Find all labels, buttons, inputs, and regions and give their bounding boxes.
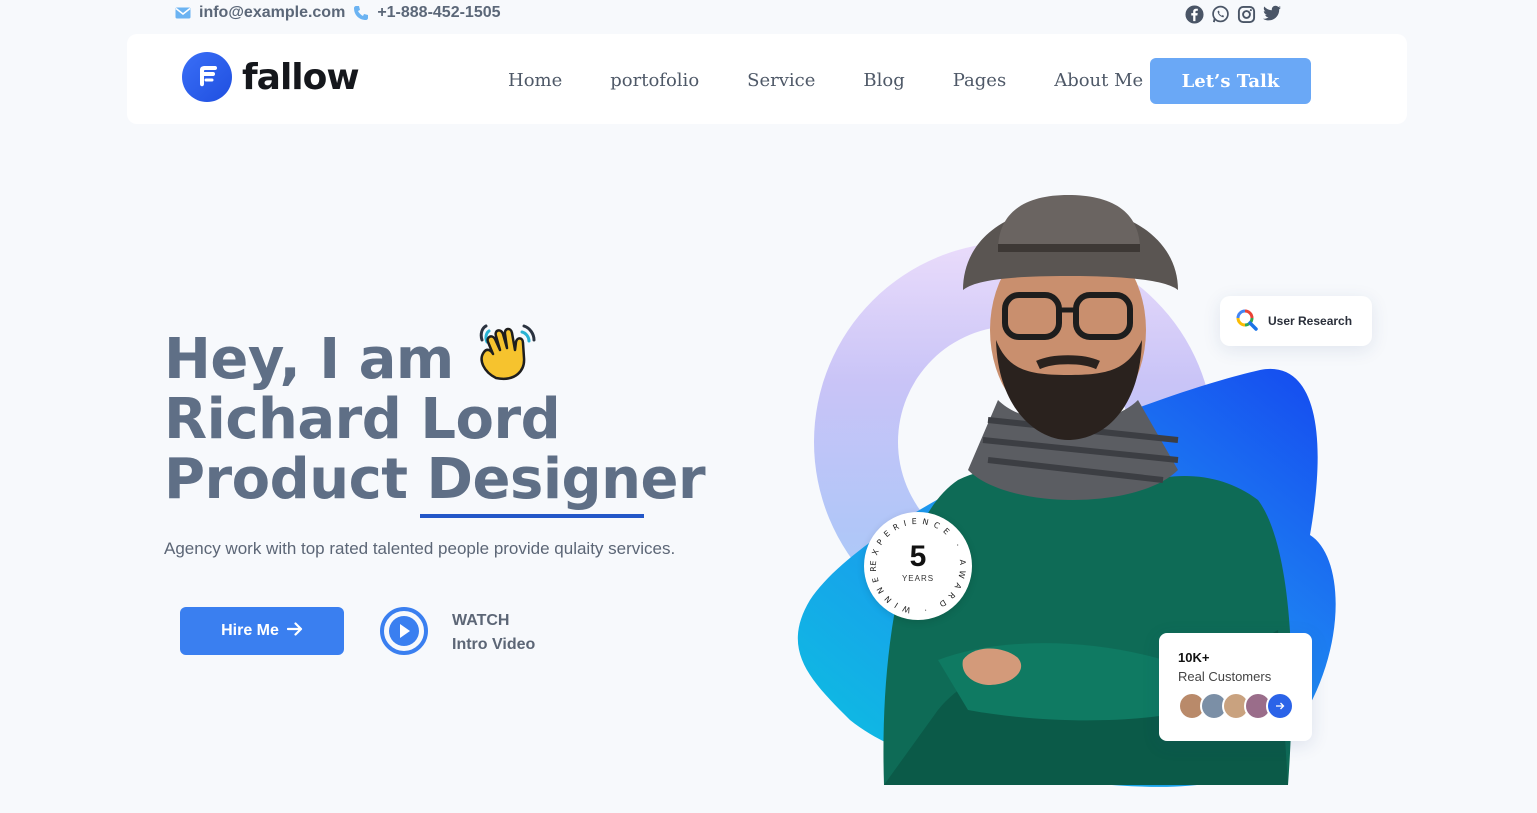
waving-hand-icon — [474, 320, 540, 386]
social-links — [1184, 4, 1282, 24]
twitter-icon[interactable] — [1262, 4, 1282, 24]
user-research-card: User Research — [1220, 296, 1372, 346]
title-underline — [420, 514, 644, 518]
hero-line-3: Product Designer — [164, 447, 706, 512]
nav-item-home[interactable]: Home — [508, 70, 562, 91]
hero-tagline: Agency work with top rated talented peop… — [164, 539, 676, 558]
nav-item-pages[interactable]: Pages — [953, 70, 1006, 91]
nav-item-about-me[interactable]: About Me — [1054, 70, 1143, 91]
watch-label: WATCH — [452, 612, 510, 629]
instagram-icon[interactable] — [1236, 4, 1256, 24]
play-video-button[interactable] — [380, 607, 428, 655]
watch-intro-video[interactable]: WATCH Intro Video — [452, 609, 535, 657]
phone-link[interactable]: +1-888-452-1505 — [377, 4, 500, 22]
hero-line-2: Richard Lord — [164, 387, 561, 452]
nav-menu: Home portofolio Service Blog Pages About… — [508, 70, 1191, 91]
arrow-right-icon — [286, 621, 303, 641]
hire-me-button[interactable]: Hire Me — [180, 607, 344, 655]
whatsapp-icon[interactable] — [1210, 4, 1230, 24]
customers-card: 10K+ Real Customers — [1159, 633, 1312, 741]
email-link[interactable]: info@example.com — [199, 4, 345, 22]
main-nav: fallow Home portofolio Service Blog Page… — [127, 34, 1407, 124]
logo-icon — [182, 52, 232, 102]
hire-me-label: Hire Me — [221, 622, 279, 639]
logo-text: fallow — [242, 56, 360, 98]
hero-greeting: Hey, I am — [164, 327, 454, 392]
hero-line-1: Hey, I am — [164, 320, 724, 390]
nav-item-service[interactable]: Service — [747, 70, 815, 91]
mail-icon — [175, 7, 191, 19]
customers-label: Real Customers — [1178, 669, 1272, 684]
phone-icon — [353, 5, 369, 21]
contact-info: info@example.com +1-888-452-1505 — [175, 4, 501, 22]
hero-heading: Hey, I am Richard Lord Product Designer — [164, 320, 724, 510]
lets-talk-button[interactable]: Let’s Talk — [1150, 58, 1311, 104]
intro-video-label: Intro Video — [452, 636, 536, 653]
top-bar: info@example.com +1-888-452-1505 — [0, 0, 1537, 30]
hero-visual: EXPERIENCE · AWARD · WINNER · 5 YEARS Us… — [790, 190, 1390, 790]
logo[interactable]: fallow — [182, 52, 360, 102]
avatar-group — [1178, 692, 1312, 720]
customers-more-button[interactable] — [1266, 692, 1294, 720]
search-icon — [1236, 309, 1258, 334]
nav-item-blog[interactable]: Blog — [863, 70, 904, 91]
experience-badge: EXPERIENCE · AWARD · WINNER · 5 YEARS — [864, 512, 972, 620]
arrow-right-icon — [1276, 702, 1285, 710]
nav-item-portfolio[interactable]: portofolio — [610, 70, 699, 91]
user-research-label: User Research — [1268, 314, 1353, 328]
play-icon — [389, 616, 419, 646]
years-number: 5 — [909, 540, 927, 573]
facebook-icon[interactable] — [1184, 4, 1204, 24]
customers-count: 10K+ — [1178, 650, 1210, 665]
years-label: YEARS — [901, 574, 935, 583]
